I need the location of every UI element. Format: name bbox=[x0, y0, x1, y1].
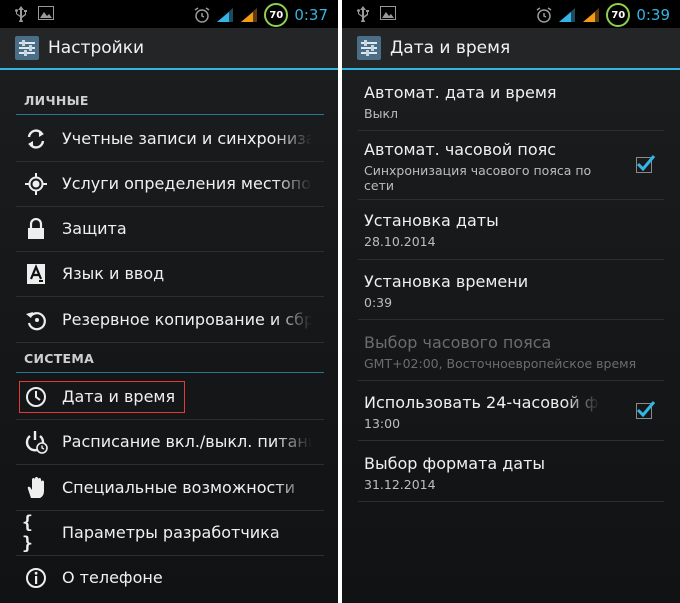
settings-item-backup-reset[interactable]: Резервное копирование и сброс bbox=[16, 297, 324, 343]
auto-time-zone-checkbox[interactable] bbox=[636, 155, 656, 173]
sync-icon bbox=[22, 125, 50, 153]
pref-summary: 28.10.2014 bbox=[364, 234, 436, 249]
settings-item-label: Услуги определения местоположения bbox=[62, 174, 312, 193]
settings-item-developer-options[interactable]: { } Параметры разработчика bbox=[16, 510, 324, 556]
signal-sim1-icon bbox=[217, 8, 234, 22]
lock-icon bbox=[22, 215, 50, 243]
pref-summary: Выкл bbox=[364, 106, 398, 121]
settings-item-label: Параметры разработчика bbox=[62, 523, 280, 542]
pref-summary: 31.12.2014 bbox=[364, 477, 436, 492]
pref-title: Использовать 24-часовой формат bbox=[364, 393, 600, 412]
settings-item-label: Учетные записи и синхронизация bbox=[62, 129, 312, 148]
braces-icon: { } bbox=[22, 511, 33, 554]
settings-item-security[interactable]: Защита bbox=[16, 206, 324, 252]
power-schedule-icon bbox=[22, 428, 50, 456]
pref-title: Установка даты bbox=[364, 211, 499, 230]
pref-title: Выбор часового пояса bbox=[364, 333, 552, 352]
alarm-icon bbox=[536, 7, 552, 23]
pref-summary: Синхронизация часового пояса по сети bbox=[364, 163, 592, 193]
settings-item-label: Резервное копирование и сброс bbox=[62, 310, 312, 329]
section-header-system: СИСТЕМА bbox=[24, 351, 95, 366]
scrolled-item-partial bbox=[16, 50, 324, 70]
battery-indicator: 70 bbox=[606, 3, 631, 27]
battery-indicator: 70 bbox=[264, 3, 289, 27]
settings-item-about-phone[interactable]: О телефоне bbox=[16, 555, 324, 600]
action-bar: Дата и время bbox=[342, 28, 680, 70]
signal-sim2-icon bbox=[583, 8, 600, 22]
image-notification-icon bbox=[38, 6, 54, 20]
settings-item-accounts-sync[interactable]: Учетные записи и синхронизация bbox=[16, 116, 324, 162]
usb-icon bbox=[357, 6, 369, 22]
pref-summary: GMT+02:00, Восточноевропейское время bbox=[364, 356, 637, 371]
settings-item-label: Язык и ввод bbox=[62, 264, 165, 283]
pref-title: Выбор формата даты bbox=[364, 454, 546, 473]
status-bar: 70 0:39 bbox=[342, 0, 680, 28]
pref-summary: 13:00 bbox=[364, 416, 401, 431]
backup-icon bbox=[22, 306, 50, 334]
status-bar: 70 0:37 bbox=[0, 0, 338, 28]
settings-item-label: Специальные возможности bbox=[62, 478, 296, 497]
page-title: Дата и время bbox=[390, 38, 511, 58]
pref-title: Установка времени bbox=[364, 272, 529, 291]
pref-summary: 0:39 bbox=[364, 295, 393, 310]
pref-24-hour-format[interactable]: Использовать 24-часовой формат 13:00 bbox=[358, 381, 664, 441]
usb-icon bbox=[15, 6, 27, 22]
highlight-box bbox=[19, 381, 185, 413]
alarm-icon bbox=[194, 7, 210, 23]
settings-item-label: О телефоне bbox=[62, 568, 163, 587]
pref-title: Автомат. дата и время bbox=[364, 83, 557, 102]
section-divider bbox=[16, 372, 324, 373]
info-icon bbox=[22, 564, 50, 592]
pref-set-time[interactable]: Установка времени 0:39 bbox=[358, 260, 664, 320]
signal-sim2-icon bbox=[241, 8, 258, 22]
settings-app-icon[interactable] bbox=[356, 35, 382, 61]
language-icon bbox=[22, 260, 50, 288]
section-header-personal: ЛИЧНЫЕ bbox=[24, 93, 89, 108]
date-time-screen: 70 0:39 Дата и время Автомат. дата и вре… bbox=[342, 0, 680, 603]
settings-item-accessibility[interactable]: Специальные возможности bbox=[16, 465, 324, 511]
settings-item-power-schedule[interactable]: Расписание вкл./выкл. питания bbox=[16, 419, 324, 465]
pref-set-date[interactable]: Установка даты 28.10.2014 bbox=[358, 200, 664, 260]
clock-text: 0:39 bbox=[636, 6, 670, 24]
pref-title: Автомат. часовой пояс bbox=[364, 140, 557, 159]
hand-icon bbox=[22, 474, 50, 502]
pref-auto-date-time[interactable]: Автомат. дата и время Выкл bbox=[358, 70, 664, 131]
pref-date-format[interactable]: Выбор формата даты 31.12.2014 bbox=[358, 441, 664, 502]
settings-item-label: Защита bbox=[62, 219, 127, 238]
settings-item-label: Расписание вкл./выкл. питания bbox=[62, 432, 312, 451]
settings-item-language-input[interactable]: Язык и ввод bbox=[16, 251, 324, 297]
pref-select-time-zone: Выбор часового пояса GMT+02:00, Восточно… bbox=[358, 320, 664, 381]
24-hour-format-checkbox[interactable] bbox=[636, 401, 656, 419]
location-icon bbox=[22, 170, 50, 198]
image-notification-icon bbox=[380, 6, 396, 20]
clock-text: 0:37 bbox=[294, 6, 328, 24]
settings-screen: 70 0:37 Настройки ЛИЧНЫЕ Учетные записи … bbox=[0, 0, 338, 603]
section-divider bbox=[16, 114, 324, 115]
pref-auto-time-zone[interactable]: Автомат. часовой пояс Синхронизация часо… bbox=[358, 131, 664, 200]
signal-sim1-icon bbox=[559, 8, 576, 22]
settings-item-location[interactable]: Услуги определения местоположения bbox=[16, 161, 324, 207]
